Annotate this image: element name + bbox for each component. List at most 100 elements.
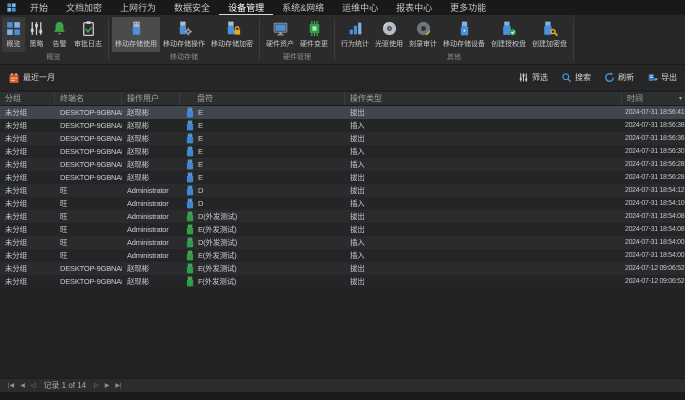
usb-drive-icon: [186, 146, 194, 157]
cell-drive: D: [180, 197, 345, 210]
ribbon-group: 硬件资产硬件变更硬件管理: [261, 15, 333, 64]
table-row[interactable]: 未分组DESKTOP-9GBNA80赵现彬F(外发测试)拔出2024-07-12…: [0, 275, 685, 288]
table-row[interactable]: 未分组DESKTOP-9GBNA80赵现彬E拔出2024-07-31 18:56…: [0, 171, 685, 184]
ribbon-button-grid[interactable]: 概览: [2, 17, 25, 52]
nav-prev-button[interactable]: ◁: [28, 382, 39, 389]
cell-user: Administrator: [122, 249, 180, 262]
nav-next-page-button[interactable]: ▶: [102, 382, 113, 389]
table-row[interactable]: 未分组DESKTOP-9GBNA80赵现彬E拔出2024-07-31 18:56…: [0, 106, 685, 119]
ribbon-button-monitor[interactable]: 硬件资产: [263, 17, 297, 52]
column-header-type[interactable]: 操作类型: [345, 92, 622, 105]
table-row[interactable]: 未分组旺AdministratorD插入2024-07-31 18:54:10: [0, 197, 685, 210]
menu-item[interactable]: 上网行为: [111, 1, 165, 15]
search-button[interactable]: 搜索: [561, 72, 591, 83]
filter-arrow-icon[interactable]: ▾: [679, 93, 682, 105]
ribbon-group: 移动存储使用移动存储操作移动存储加密移动存储: [110, 15, 258, 64]
ribbon-button-label: 告警: [53, 39, 67, 49]
ribbon-button-sliders[interactable]: 策略: [25, 17, 48, 52]
app-logo-icon[interactable]: [6, 2, 17, 13]
table-row[interactable]: 未分组DESKTOP-9GBNA80赵现彬E拔出2024-07-31 18:56…: [0, 132, 685, 145]
table-row[interactable]: 未分组旺AdministratorD(外发测试)拔出2024-07-31 18:…: [0, 210, 685, 223]
ribbon-button-usb-badge[interactable]: 创建授权盘: [488, 17, 529, 52]
cell-user: 赵现彬: [122, 262, 180, 275]
ribbon-button-chip[interactable]: 硬件变更: [297, 17, 331, 52]
menu-item[interactable]: 开始: [21, 1, 57, 15]
ribbon-button-label: 创建加密盘: [532, 39, 567, 49]
ribbon-button-bell[interactable]: 告警: [48, 17, 71, 52]
ribbon-group-label: 硬件管理: [261, 52, 333, 64]
cell-operation-type: 拔出: [345, 210, 622, 223]
ribbon-button-clipboard[interactable]: 审批日志: [71, 17, 105, 52]
ribbon-button-stats[interactable]: 行为统计: [338, 17, 372, 52]
filter-button[interactable]: 筛选: [518, 72, 548, 83]
nav-next-button[interactable]: ▷: [91, 382, 102, 389]
export-button[interactable]: 导出: [647, 72, 677, 83]
cell-drive: D(外发测试): [180, 210, 345, 223]
nav-last-button[interactable]: ▶|: [112, 382, 124, 389]
table-row[interactable]: 未分组旺AdministratorD(外发测试)插入2024-07-31 18:…: [0, 236, 685, 249]
usb-drive-icon: [186, 185, 194, 196]
table-row[interactable]: 未分组DESKTOP-9GBNA80赵现彬E(外发测试)拔出2024-07-12…: [0, 262, 685, 275]
ribbon-group-buttons: 移动存储使用移动存储操作移动存储加密: [110, 15, 258, 52]
status-bar: |◀◀◁ 记录 1 of 14 ▷▶▶|: [0, 378, 685, 392]
cell-time: 2024-07-31 18:56:36: [622, 132, 685, 145]
cell-operation-type: 插入: [345, 236, 622, 249]
menu-item[interactable]: 数据安全: [165, 1, 219, 15]
ribbon-button-burn[interactable]: 刻录审计: [406, 17, 440, 52]
menu-item[interactable]: 运维中心: [333, 1, 387, 15]
column-header-group[interactable]: 分组: [0, 92, 55, 105]
column-header-user[interactable]: 操作用户: [122, 92, 180, 105]
refresh-button[interactable]: 刷新: [604, 72, 634, 83]
cell-user: Administrator: [122, 223, 180, 236]
menu-item[interactable]: 系统&网络: [273, 1, 333, 15]
column-header-time[interactable]: 时间 ▾: [622, 92, 685, 105]
ribbon-button-label: 审批日志: [74, 39, 102, 49]
cell-operation-type: 插入: [345, 145, 622, 158]
menu-item[interactable]: 报表中心: [387, 1, 441, 15]
column-header-terminal[interactable]: 终端名: [55, 92, 122, 105]
date-range-button[interactable]: 最近一月: [8, 72, 55, 84]
cell-time: 2024-07-31 18:54:10: [622, 197, 685, 210]
cell-terminal: DESKTOP-9GBNA80: [55, 158, 122, 171]
menu-item[interactable]: 更多功能: [441, 1, 495, 15]
table-row[interactable]: 未分组DESKTOP-9GBNA80赵现彬E插入2024-07-31 18:56…: [0, 158, 685, 171]
cell-terminal: DESKTOP-9GBNA80: [55, 262, 122, 275]
nav-prev-page-button[interactable]: ◀: [17, 382, 28, 389]
nav-first-button[interactable]: |◀: [5, 382, 17, 389]
ribbon-button-usb-stick[interactable]: 移动存储设备: [440, 17, 488, 52]
table-row[interactable]: 未分组DESKTOP-9GBNA80赵现彬E插入2024-07-31 18:56…: [0, 119, 685, 132]
burn-icon: [415, 20, 432, 37]
ribbon-button-usb-plug[interactable]: 移动存储使用: [112, 17, 160, 52]
ribbon-button-usb-lock[interactable]: 移动存储加密: [208, 17, 256, 52]
menu-item[interactable]: 设备管理: [219, 1, 273, 15]
usb-drive-icon: [186, 211, 194, 222]
table-row[interactable]: 未分组旺AdministratorE(外发测试)插入2024-07-31 18:…: [0, 249, 685, 262]
ribbon-button-usb-gear[interactable]: 移动存储操作: [160, 17, 208, 52]
disc-icon: [381, 20, 398, 37]
ribbon-button-disc[interactable]: 光驱使用: [372, 17, 406, 52]
ribbon-group-divider: [259, 18, 260, 61]
window-bottom-edge: [0, 392, 685, 400]
column-header-drive[interactable]: 盘符: [180, 92, 345, 105]
ribbon-group: 概览策略告警审批日志概览: [0, 15, 107, 64]
cell-group: 未分组: [0, 197, 55, 210]
column-header-label: 时间: [622, 92, 643, 105]
table-row[interactable]: 未分组旺AdministratorE(外发测试)拔出2024-07-31 18:…: [0, 223, 685, 236]
ribbon-group-buttons: 概览策略告警审批日志: [0, 15, 107, 52]
search-label: 搜索: [575, 72, 591, 83]
ribbon-button-usb-key[interactable]: 创建加密盘: [529, 17, 570, 52]
cell-time: 2024-07-31 18:56:28: [622, 158, 685, 171]
cell-user: Administrator: [122, 184, 180, 197]
drive-letter: E: [198, 158, 203, 171]
search-icon: [561, 72, 572, 83]
table-row[interactable]: 未分组DESKTOP-9GBNA80赵现彬E插入2024-07-31 18:56…: [0, 145, 685, 158]
stats-icon: [347, 20, 364, 37]
menu-item[interactable]: 文档加密: [57, 1, 111, 15]
table-row[interactable]: 未分组旺AdministratorD拔出2024-07-31 18:54:12: [0, 184, 685, 197]
toolbar-left: 最近一月: [8, 72, 55, 84]
cell-time: 2024-07-31 18:54:12: [622, 184, 685, 197]
cell-drive: D: [180, 184, 345, 197]
chip-icon: [306, 20, 323, 37]
cell-group: 未分组: [0, 249, 55, 262]
device-management-window: 开始文档加密上网行为数据安全设备管理系统&网络运维中心报表中心更多功能 概览策略…: [0, 0, 685, 400]
